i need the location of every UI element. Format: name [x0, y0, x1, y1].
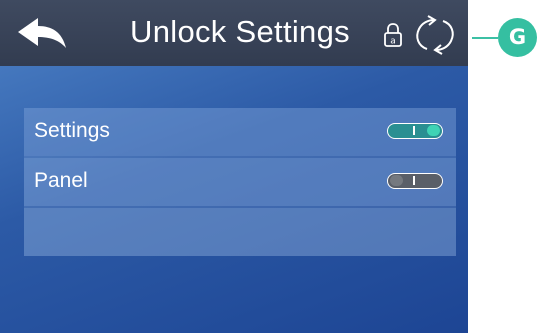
- header-bar: Unlock Settings a: [0, 0, 468, 66]
- list-item-empty: [24, 208, 456, 256]
- panel-toggle[interactable]: [387, 173, 443, 189]
- list-item-panel: Panel: [24, 158, 456, 206]
- settings-panel: Settings Panel: [24, 108, 456, 256]
- toggle-divider: [413, 126, 415, 135]
- toggle-knob: [427, 125, 440, 136]
- svg-text:a: a: [390, 37, 396, 47]
- list-item-settings: Settings: [24, 108, 456, 156]
- lock-icon: a: [383, 22, 403, 48]
- settings-label: Settings: [34, 119, 110, 142]
- panel-label: Panel: [34, 169, 88, 192]
- callout-line: [472, 37, 498, 39]
- callout-badge: G: [498, 18, 537, 57]
- screen: Unlock Settings a Settings Panel: [0, 0, 468, 333]
- refresh-icon: [416, 15, 454, 55]
- settings-toggle[interactable]: [387, 123, 443, 139]
- refresh-button[interactable]: [412, 15, 458, 55]
- toggle-knob: [390, 175, 403, 186]
- toggle-divider: [413, 176, 415, 185]
